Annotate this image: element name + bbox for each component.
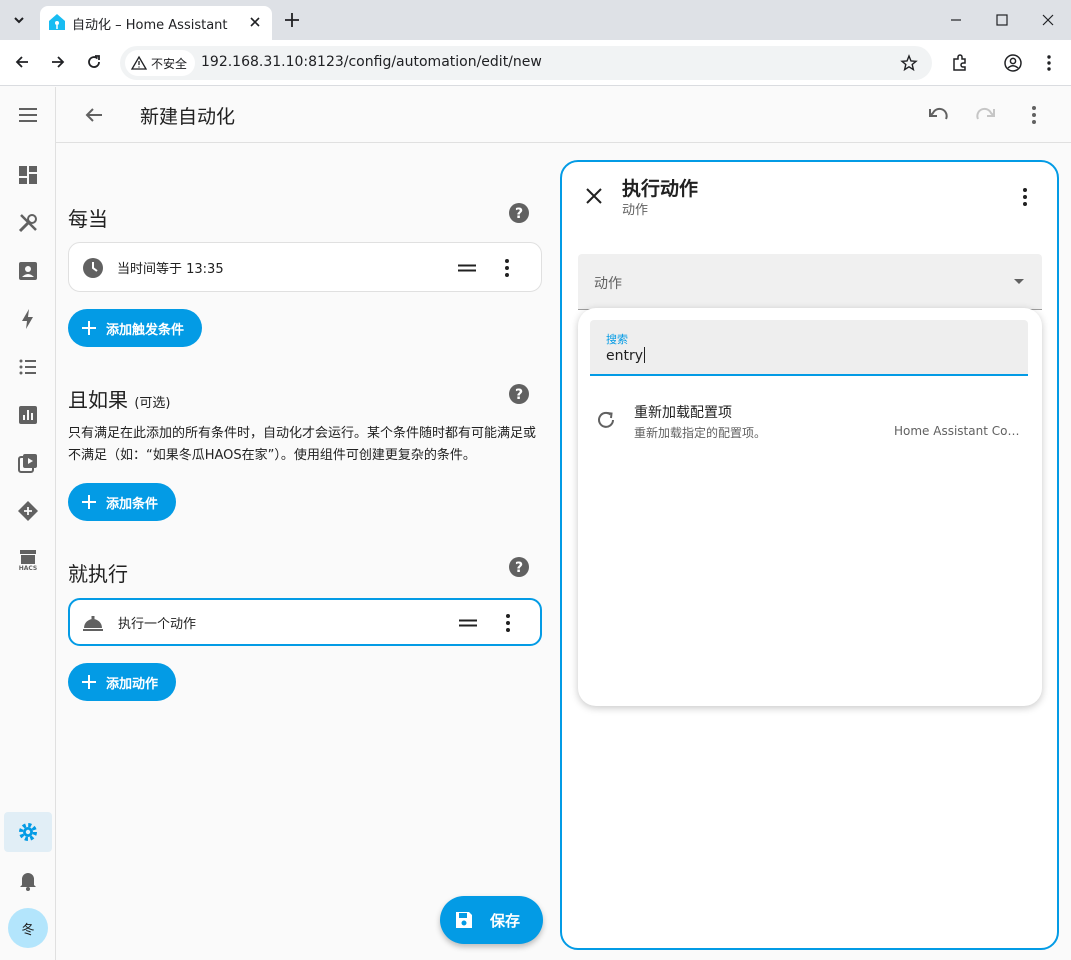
trigger-menu-icon[interactable] [499, 257, 515, 279]
panel-menu-icon[interactable] [1014, 186, 1036, 208]
close-tab-icon[interactable] [248, 15, 262, 29]
text-caret [644, 347, 646, 363]
plus-icon [82, 675, 96, 689]
svg-text:?: ? [515, 206, 523, 222]
action-menu-icon[interactable] [500, 612, 516, 634]
dropdown-arrow-icon [1014, 279, 1024, 284]
hacs-label: HACS [18, 565, 38, 572]
action-editor-panel: 执行动作 动作 动作 搜索 entry 重新加载配置项 重新加载指定的配置项。 … [560, 160, 1059, 950]
actions-title: 就执行 [68, 562, 128, 586]
clock-icon [83, 258, 103, 278]
triggers-title: 每当 [68, 207, 108, 231]
home-assistant-app: HACS 冬 新建自动化 每当 ? 当时间等于 13:35 添加触发条件 且如果… [0, 87, 1071, 960]
media-icon[interactable] [16, 451, 40, 475]
back-arrow-icon[interactable] [82, 103, 106, 127]
bookmark-star-icon[interactable] [900, 54, 918, 72]
action-select-label: 动作 [594, 276, 622, 292]
close-window-icon[interactable] [1036, 8, 1060, 32]
help-icon[interactable]: ? [508, 383, 530, 405]
chevron-down-icon [14, 17, 24, 24]
undo-icon[interactable] [926, 103, 950, 127]
search-value[interactable]: entry [606, 347, 646, 364]
settings-gear-icon[interactable] [16, 820, 40, 844]
maximize-icon[interactable] [990, 8, 1014, 32]
room-service-icon [83, 616, 103, 631]
result-subtitle: 重新加载指定的配置项。 [634, 426, 767, 440]
panel-subtitle: 动作 [622, 203, 649, 218]
add-condition-button[interactable]: 添加条件 [68, 483, 177, 521]
add-trigger-button[interactable]: 添加触发条件 [68, 309, 203, 347]
add-action-button[interactable]: 添加动作 [68, 663, 177, 701]
drag-handle-icon[interactable] [458, 619, 478, 627]
insecure-label: 不安全 [151, 56, 188, 71]
action-select[interactable]: 动作 [578, 254, 1042, 310]
reload-icon [598, 411, 614, 428]
trigger-row[interactable]: 当时间等于 13:35 [68, 242, 542, 292]
action-picker-dropdown: 搜索 entry 重新加载配置项 重新加载指定的配置项。 Home Assist… [578, 308, 1042, 706]
close-icon[interactable] [584, 186, 604, 206]
tab-search-button[interactable] [6, 7, 32, 33]
chart-icon[interactable] [16, 403, 40, 427]
extensions-icon[interactable] [950, 53, 970, 73]
plus-icon [82, 321, 96, 335]
floppy-disk-icon [456, 912, 472, 928]
dashboard-icon[interactable] [16, 163, 40, 187]
drag-handle-icon[interactable] [457, 264, 477, 272]
action-row[interactable]: 执行一个动作 [68, 598, 542, 646]
conditions-optional: (可选) [134, 396, 171, 411]
svg-text:?: ? [515, 560, 523, 576]
person-icon[interactable] [16, 259, 40, 283]
forward-icon[interactable] [48, 52, 68, 72]
browser-toolbar: 不安全 192.168.31.10:8123/config/automation… [0, 40, 1071, 86]
minimize-icon[interactable] [944, 8, 968, 32]
add-action-label: 添加动作 [106, 676, 159, 692]
browser-tabstrip: 自动化 – Home Assistant [0, 0, 1071, 40]
list-icon[interactable] [16, 355, 40, 379]
action-label: 执行一个动作 [118, 617, 197, 632]
more-vert-icon[interactable] [1022, 103, 1046, 127]
address-bar[interactable]: 不安全 192.168.31.10:8123/config/automation… [120, 46, 932, 80]
conditions-description: 只有满足在此添加的所有条件时，自动化才会运行。某个条件随时都有可能满足或不满足（… [68, 426, 537, 463]
plus-icon [82, 495, 96, 509]
browser-tab[interactable]: 自动化 – Home Assistant [40, 6, 272, 40]
sidebar: HACS 冬 [0, 87, 56, 960]
menu-icon[interactable] [16, 103, 40, 127]
page-title: 新建自动化 [140, 106, 236, 128]
tab-title: 自动化 – Home Assistant [72, 18, 228, 33]
save-label: 保存 [490, 911, 521, 930]
result-title: 重新加载配置项 [634, 405, 732, 421]
warning-icon [131, 55, 147, 70]
security-chip[interactable]: 不安全 [125, 50, 196, 76]
search-input[interactable]: 搜索 entry [590, 320, 1028, 376]
page-header: 新建自动化 [56, 87, 1071, 143]
redo-icon[interactable] [974, 103, 998, 127]
conditions-title: 且如果 (可选) [68, 384, 171, 413]
browser-menu-icon[interactable] [1039, 53, 1059, 73]
help-icon[interactable]: ? [508, 202, 530, 224]
add-condition-label: 添加条件 [106, 496, 159, 512]
panel-title: 执行动作 [622, 178, 699, 200]
user-avatar[interactable]: 冬 [8, 908, 48, 948]
url-text[interactable]: 192.168.31.10:8123/config/automation/edi… [201, 54, 542, 70]
energy-icon[interactable] [16, 307, 40, 331]
home-assistant-favicon-icon [49, 14, 65, 30]
back-icon[interactable] [12, 52, 32, 72]
reload-icon[interactable] [84, 52, 104, 72]
hacs-store-icon[interactable]: HACS [16, 547, 40, 573]
tools-icon[interactable] [16, 211, 40, 235]
svg-text:?: ? [515, 387, 523, 403]
notifications-bell-icon[interactable] [16, 868, 40, 892]
hacs-diamond-icon[interactable] [16, 499, 40, 523]
search-value-text: entry [606, 348, 644, 364]
new-tab-icon[interactable] [282, 10, 302, 30]
profile-icon[interactable] [1003, 53, 1023, 73]
conditions-title-text: 且如果 [68, 388, 128, 412]
result-integration: Home Assistant Core Integration [894, 424, 1024, 438]
help-icon[interactable]: ? [508, 556, 530, 578]
search-label: 搜索 [606, 333, 628, 346]
save-button[interactable]: 保存 [440, 896, 543, 944]
trigger-label: 当时间等于 13:35 [117, 262, 224, 277]
store-icon [20, 550, 36, 564]
add-trigger-label: 添加触发条件 [106, 322, 185, 338]
